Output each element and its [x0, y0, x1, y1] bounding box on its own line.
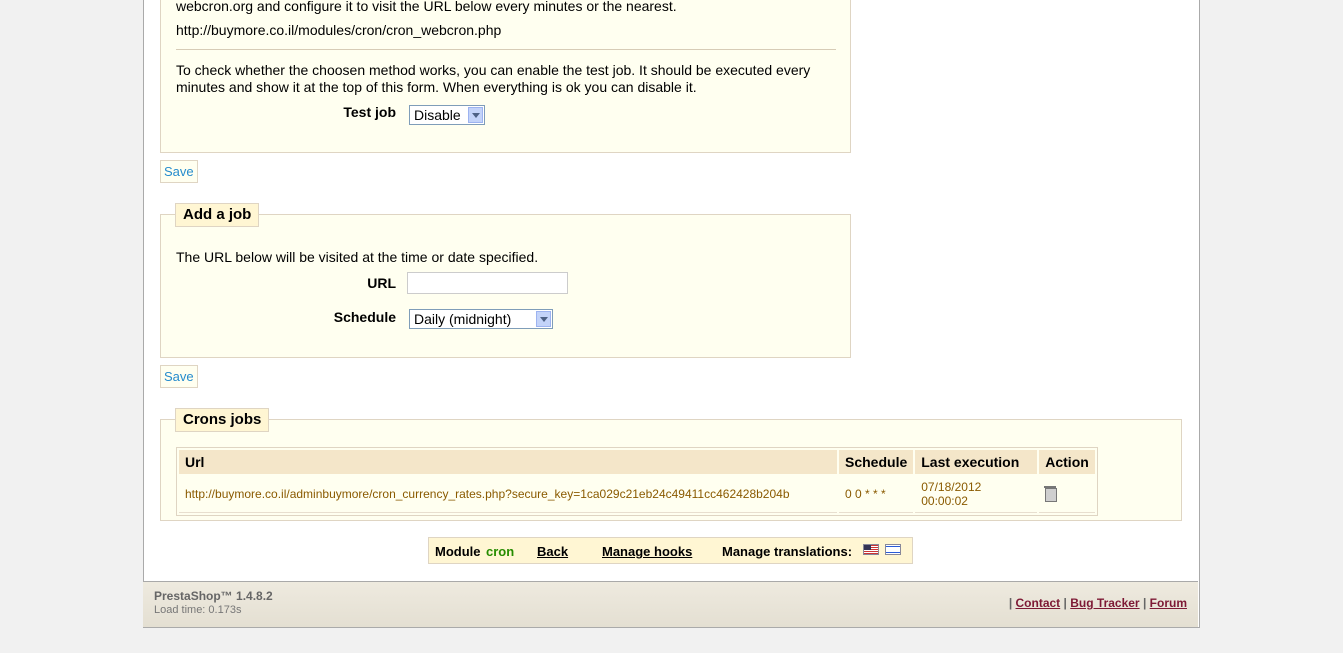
divider: [176, 49, 836, 50]
crons-jobs-fieldset: Url Schedule Last execution Action http:…: [160, 419, 1182, 521]
save-settings-button[interactable]: Save: [160, 160, 198, 183]
bug-tracker-link[interactable]: Bug Tracker: [1070, 596, 1139, 610]
schedule-value: Daily (midnight): [414, 311, 512, 327]
il-flag-icon[interactable]: [885, 544, 901, 555]
add-job-legend: Add a job: [175, 203, 260, 227]
module-toolbar: Module cron Back Manage hooks Manage tra…: [428, 537, 913, 564]
separator: |: [1008, 596, 1013, 610]
chevron-down-icon[interactable]: [468, 107, 483, 123]
manage-hooks-link[interactable]: Manage hooks: [602, 544, 692, 559]
column-header-last-execution: Last execution: [915, 450, 1038, 474]
job-last-execution: 07/18/2012 00:00:02: [915, 476, 1038, 513]
url-label: URL: [367, 275, 396, 291]
column-header-schedule: Schedule: [839, 450, 914, 474]
table-row: http://buymore.co.il/adminbuymore/cron_c…: [179, 476, 1095, 513]
manage-translations-label: Manage translations:: [722, 544, 853, 559]
trash-icon[interactable]: [1044, 485, 1058, 502]
test-job-value: Disable: [414, 107, 461, 123]
column-header-action: Action: [1039, 450, 1095, 474]
version-text: PrestaShop™ 1.4.8.2: [154, 589, 273, 603]
add-job-fieldset: The URL below will be visited at the tim…: [160, 214, 851, 358]
load-time-text: Load time: 0.173s: [154, 604, 242, 616]
intro-text: webcron.org and configure it to visit th…: [176, 0, 677, 14]
chevron-down-icon[interactable]: [536, 311, 551, 327]
cron-settings-fieldset: webcron.org and configure it to visit th…: [160, 0, 851, 153]
schedule-label: Schedule: [333, 309, 396, 325]
separator: |: [1063, 596, 1067, 610]
crons-jobs-table: Url Schedule Last execution Action http:…: [176, 447, 1098, 516]
separator: |: [1142, 596, 1147, 610]
contact-link[interactable]: Contact: [1016, 596, 1061, 610]
test-job-select[interactable]: Disable: [409, 105, 485, 125]
add-job-description: The URL below will be visited at the tim…: [176, 249, 539, 265]
footer: PrestaShop™ 1.4.8.2 Load time: 0.173s | …: [143, 581, 1198, 627]
url-input[interactable]: [407, 272, 568, 294]
main-content: webcron.org and configure it to visit th…: [143, 0, 1200, 628]
back-link[interactable]: Back: [537, 544, 568, 559]
crons-jobs-legend: Crons jobs: [175, 408, 270, 432]
job-schedule: 0 0 * * *: [839, 476, 914, 513]
webcron-url: http://buymore.co.il/modules/cron/cron_w…: [176, 22, 502, 38]
job-action: [1039, 476, 1095, 513]
footer-links: | Contact | Bug Tracker | Forum: [1009, 596, 1187, 610]
table-header-row: Url Schedule Last execution Action: [179, 450, 1095, 474]
save-job-button[interactable]: Save: [160, 365, 198, 388]
module-name: cron: [486, 544, 515, 559]
test-job-note: To check whether the choosen method work…: [176, 62, 811, 95]
test-job-label: Test job: [343, 104, 396, 120]
schedule-select[interactable]: Daily (midnight): [409, 309, 553, 329]
column-header-url: Url: [179, 450, 837, 474]
us-flag-icon[interactable]: [863, 544, 879, 555]
module-label: Module: [435, 544, 481, 559]
job-url[interactable]: http://buymore.co.il/adminbuymore/cron_c…: [179, 476, 837, 513]
forum-link[interactable]: Forum: [1150, 596, 1187, 610]
